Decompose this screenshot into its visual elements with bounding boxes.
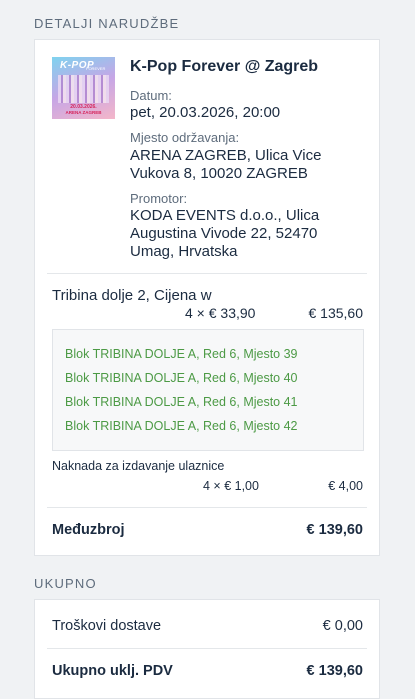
seat-item: Blok TRIBINA DOLJE A, Red 6, Mjesto 42: [65, 419, 298, 433]
order-details-card: K-POP FOREVER 20.03.2026. ARENA ZAGREB K…: [34, 39, 380, 556]
order-details-section-title: DETALJI NARUDŽBE: [34, 16, 180, 31]
poster-subtitle: FOREVER: [86, 66, 106, 71]
subtotal-value: € 139,60: [306, 522, 363, 538]
venue-label: Mjesto održavanja:: [130, 130, 240, 145]
fee-label: Naknada za izdavanje ulaznice: [52, 459, 225, 473]
seat-item: Blok TRIBINA DOLJE A, Red 6, Mjesto 41: [65, 395, 298, 409]
grand-total-value: € 139,60: [306, 663, 363, 679]
totals-card: Troškovi dostave € 0,00 Ukupno uklj. PDV…: [34, 599, 380, 699]
promoter-line-3: Umag, Hrvatska: [130, 243, 238, 260]
divider: [47, 507, 367, 508]
delivery-value: € 0,00: [322, 618, 363, 634]
poster-artwork: [58, 75, 109, 103]
seat-item: Blok TRIBINA DOLJE A, Red 6, Mjesto 39: [65, 347, 298, 361]
event-name: K-Pop Forever @ Zagreb: [130, 58, 319, 75]
subtotal-label: Međuzbroj: [52, 522, 125, 538]
poster-venue: ARENA ZAGREB: [65, 110, 102, 115]
venue-line-2: Vukova 8, 10020 ZAGREB: [130, 165, 308, 182]
promoter-line-1: KODA EVENTS d.o.o., Ulica: [130, 207, 320, 224]
fee-total: € 4,00: [328, 479, 363, 493]
seat-list: Blok TRIBINA DOLJE A, Red 6, Mjesto 39 B…: [52, 329, 364, 451]
ticket-title: Tribina dolje 2, Cijena w: [52, 287, 212, 304]
date-label: Datum:: [130, 88, 172, 103]
fee-quantity-price: 4 × € 1,00: [203, 479, 259, 493]
promoter-line-2: Augustina Vivode 22, 52470: [130, 225, 318, 242]
delivery-label: Troškovi dostave: [52, 618, 162, 634]
date-value: pet, 20.03.2026, 20:00: [130, 104, 281, 121]
grand-total-label: Ukupno uklj. PDV: [52, 663, 173, 679]
event-poster-thumbnail: K-POP FOREVER 20.03.2026. ARENA ZAGREB: [52, 57, 115, 119]
promoter-label: Promotor:: [130, 191, 188, 206]
ticket-quantity-price: 4 × € 33,90: [185, 305, 256, 321]
totals-section-title: UKUPNO: [34, 576, 97, 591]
divider: [47, 648, 367, 649]
seat-item: Blok TRIBINA DOLJE A, Red 6, Mjesto 40: [65, 371, 298, 385]
ticket-total: € 135,60: [308, 305, 364, 321]
venue-line-1: ARENA ZAGREB, Ulica Vice: [130, 147, 322, 164]
divider: [47, 273, 367, 274]
